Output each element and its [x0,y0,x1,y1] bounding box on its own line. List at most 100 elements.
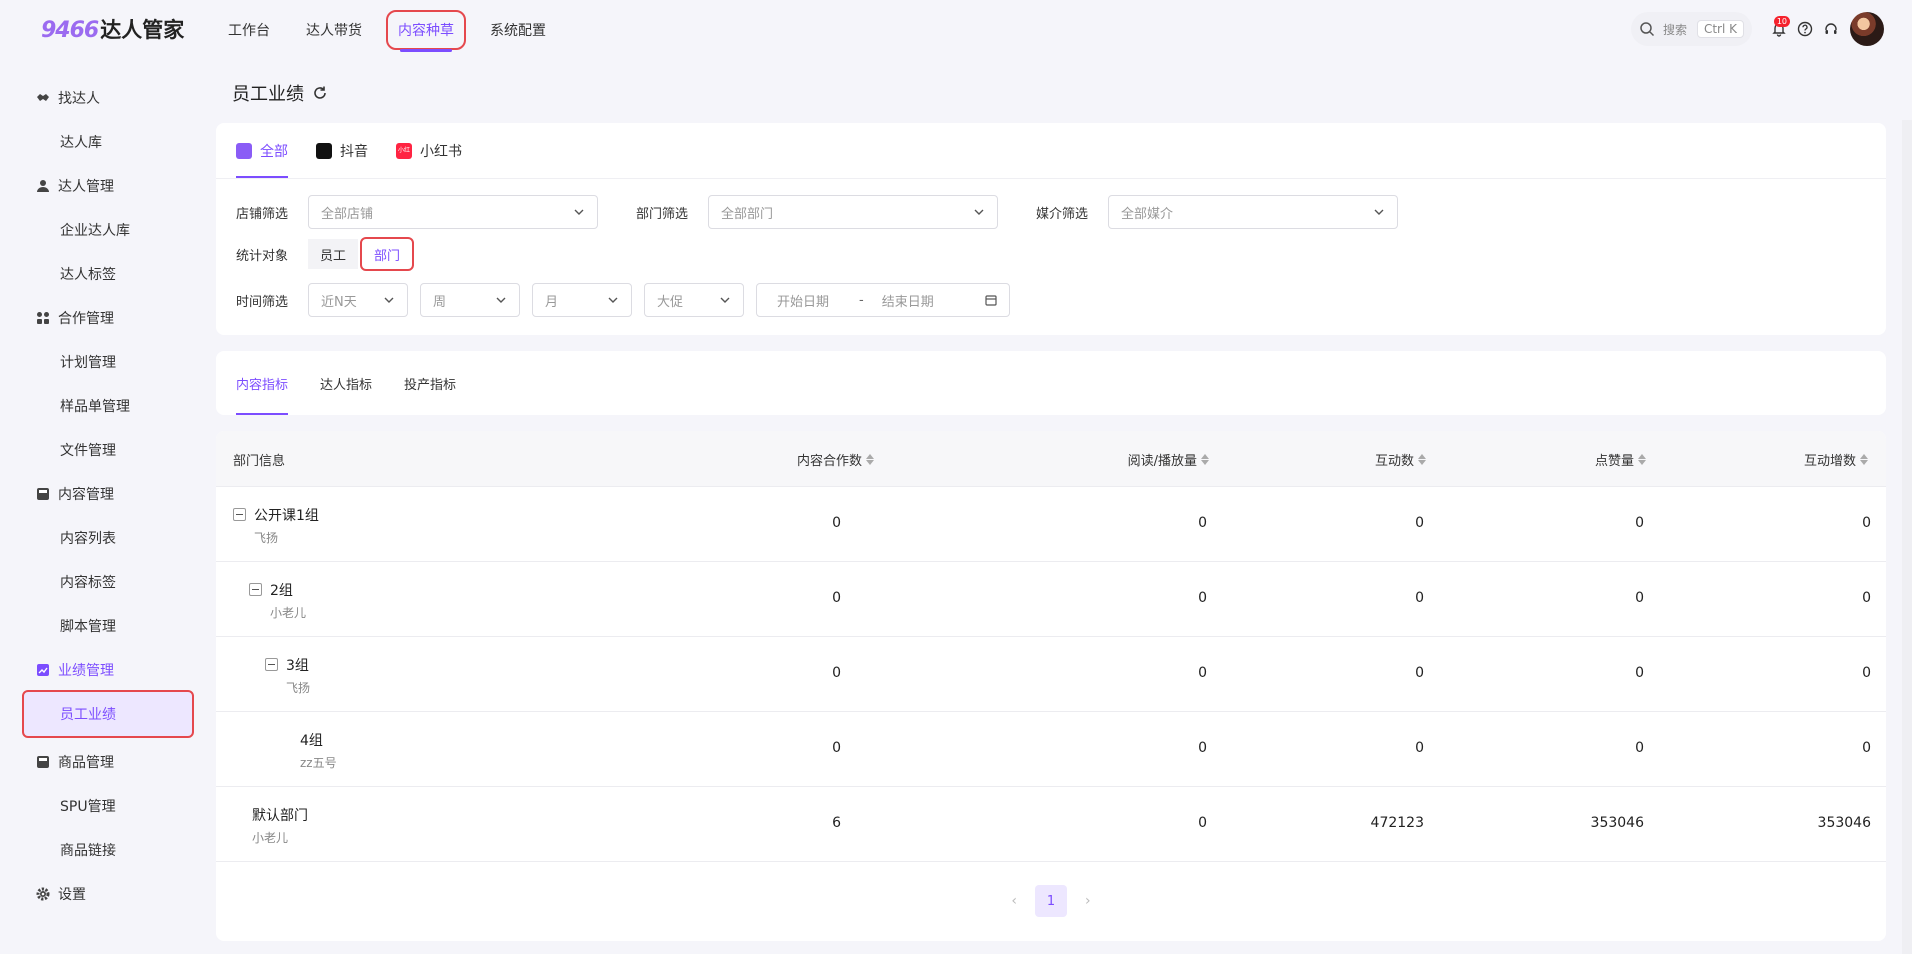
tab-roi-metrics[interactable]: 投产指标 [404,351,456,415]
col-likes[interactable]: 点赞量 [1595,450,1646,469]
filter-row-time: 时间筛选 近N天 周 月 大促 开始日期 - 结束日期 [236,283,1010,317]
support-button[interactable] [1818,16,1844,42]
sidebar-item-content-tags[interactable]: 内容标签 [24,560,192,604]
cell-views: 0 [1198,815,1207,831]
sidebar-item-goods-links[interactable]: 商品链接 [24,828,192,872]
dept-leader: 飞扬 [254,531,279,545]
topnav-content[interactable]: 内容种草 [386,10,466,52]
page-scrollbar[interactable] [1902,120,1912,954]
sidebar-item-plan[interactable]: 计划管理 [24,340,192,384]
sidebar-item-talent-manage[interactable]: 达人管理 [24,164,192,208]
tab-douyin[interactable]: 抖音 [316,123,368,178]
douyin-icon [316,142,332,159]
top-nav: 工作台 达人带货 内容种草 系统配置 [222,0,576,60]
sidebar-item-files[interactable]: 文件管理 [24,428,192,472]
sidebar-item-enterprise-library[interactable]: 企业达人库 [24,208,192,252]
global-search[interactable]: 搜索 Ctrl K [1630,12,1752,46]
cell-likes: 0 [1635,740,1644,756]
inbox-icon [37,488,49,500]
sort-icon [866,454,874,465]
sidebar-item-cooperation[interactable]: 合作管理 [24,296,192,340]
dept-name: 默认部门 [252,808,308,824]
app-logo[interactable]: 9466 达人管家 [41,14,184,44]
cell-interactions: 0 [1415,515,1424,531]
start-date-input[interactable]: 开始日期 [777,291,829,310]
refresh-icon[interactable] [312,85,328,101]
recent-days-select[interactable]: 近N天 [308,283,408,317]
sidebar-item-staff-performance[interactable]: 员工业绩 [22,690,194,738]
tab-label: 小红书 [420,143,462,160]
week-select[interactable]: 周 [420,283,520,317]
col-interaction-growth[interactable]: 互动增数 [1804,450,1868,469]
select-value: 近N天 [321,294,357,310]
help-icon [1797,21,1813,37]
search-shortcut: Ctrl K [1696,20,1744,38]
grid-icon [37,312,49,324]
cell-likes: 0 [1635,515,1644,531]
sidebar-item-content-list[interactable]: 内容列表 [24,516,192,560]
sidebar-item-performance[interactable]: 业绩管理 [24,648,192,692]
chevron-down-icon [974,209,984,215]
collapse-icon[interactable] [233,508,246,521]
topnav-system[interactable]: 系统配置 [484,16,552,44]
target-department[interactable]: 部门 [360,237,415,271]
collapse-icon[interactable] [265,658,278,671]
top-bar: 9466 达人管家 工作台 达人带货 内容种草 系统配置 搜索 Ctrl K 1… [0,0,1912,60]
table-row: 默认部门 小老儿 6 0 472123 353046 353046 [216,787,1886,862]
dept-cell: 2组 小老儿 [249,580,306,621]
sidebar-item-content-manage[interactable]: 内容管理 [24,472,192,516]
sidebar-item-settings[interactable]: 设置 [24,872,192,916]
cell-content-coop: 0 [832,590,841,606]
sidebar-item-talent-tags[interactable]: 达人标签 [24,252,192,296]
cell-interactions: 472123 [1370,815,1424,831]
select-value: 月 [545,294,559,310]
topnav-workbench[interactable]: 工作台 [222,16,276,44]
cell-interactions: 0 [1415,665,1424,681]
shop-select[interactable]: 全部店铺 [308,195,598,229]
target-employee[interactable]: 员工 [308,239,359,269]
promotion-select[interactable]: 大促 [644,283,744,317]
dept-select[interactable]: 全部部门 [708,195,998,229]
user-avatar[interactable] [1850,12,1884,46]
table-row: 公开课1组 飞扬 0 0 0 0 0 [216,487,1886,562]
sidebar-item-goods-manage[interactable]: 商品管理 [24,740,192,784]
topnav-sales[interactable]: 达人带货 [300,16,368,44]
media-filter-label: 媒介筛选 [1036,206,1089,222]
filter-card: 全部 抖音 小红书 小红书 店铺筛选 全部店铺 部门筛选 全部部门 媒介筛选 全… [216,123,1886,335]
col-content-coop[interactable]: 内容合作数 [797,450,874,469]
box-icon [37,756,49,768]
performance-table: 部门信息 内容合作数 阅读/播放量 互动数 点赞量 互动增数 公开课1组 飞扬 0… [216,431,1886,941]
sidebar-item-spu[interactable]: SPU管理 [24,784,192,828]
time-filter-label: 时间筛选 [236,294,289,310]
tab-label: 抖音 [340,143,368,160]
col-interactions[interactable]: 互动数 [1375,450,1426,469]
collapse-icon[interactable] [249,583,262,596]
tab-xiaohongshu[interactable]: 小红书 小红书 [396,123,462,178]
dept-name: 3组 [286,658,309,674]
tab-talent-metrics[interactable]: 达人指标 [320,351,372,415]
dept-filter-label: 部门筛选 [636,206,689,222]
sidebar-item-sample-order[interactable]: 样品单管理 [24,384,192,428]
help-button[interactable] [1792,16,1818,42]
sidebar: 找达人 达人库 达人管理 企业达人库 达人标签 合作管理 计划管理 样品单管理 … [22,76,194,916]
metric-tabs-card: 内容指标 达人指标 投产指标 [216,351,1886,415]
dept-cell: 4组 zz五号 [300,730,337,771]
dept-cell: 3组 飞扬 [265,655,310,696]
table-header: 部门信息 内容合作数 阅读/播放量 互动数 点赞量 互动增数 [216,431,1886,487]
date-range-picker[interactable]: 开始日期 - 结束日期 [756,283,1010,317]
sidebar-item-find-talent[interactable]: 找达人 [24,76,192,120]
cell-interaction-growth: 0 [1862,740,1871,756]
sidebar-item-scripts[interactable]: 脚本管理 [24,604,192,648]
col-views[interactable]: 阅读/播放量 [1128,450,1209,469]
page-1-button[interactable]: 1 [1035,885,1067,917]
month-select[interactable]: 月 [532,283,632,317]
end-date-input[interactable]: 结束日期 [882,291,934,310]
bell-button[interactable]: 10 [1766,16,1792,42]
sidebar-item-label: 合作管理 [58,311,114,327]
tab-content-metrics[interactable]: 内容指标 [236,351,289,415]
prev-page-button[interactable]: ‹ [1011,893,1017,909]
tab-all[interactable]: 全部 [236,123,288,178]
media-select[interactable]: 全部媒介 [1108,195,1398,229]
sidebar-item-talent-library[interactable]: 达人库 [24,120,192,164]
next-page-button[interactable]: › [1085,893,1091,909]
